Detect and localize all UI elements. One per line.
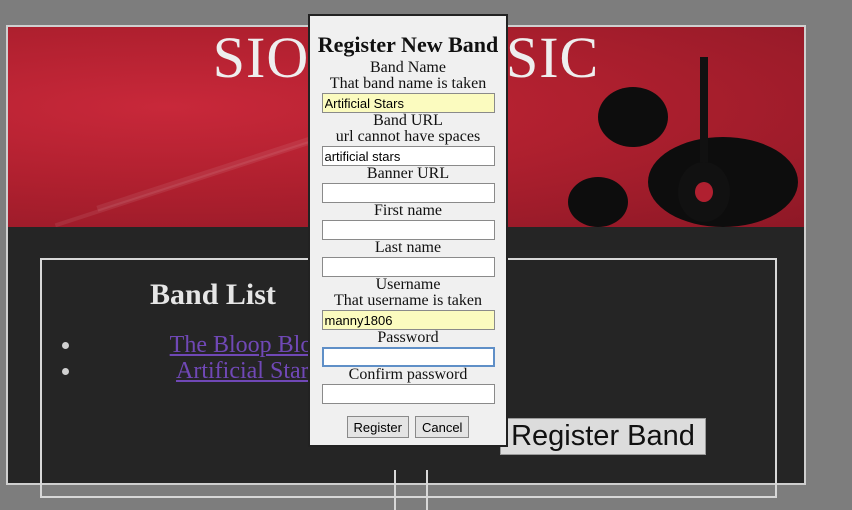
- cancel-button[interactable]: Cancel: [414, 416, 470, 438]
- banner-url-field-group: Banner URL: [310, 166, 506, 203]
- username-field-group: Username That username is taken: [310, 277, 506, 330]
- band-name-input[interactable]: [321, 93, 495, 113]
- password-field-group: Password: [310, 330, 506, 367]
- band-url-error: url cannot have spaces: [335, 128, 481, 145]
- band-list-title: Band List: [150, 278, 276, 311]
- username-input[interactable]: [321, 310, 495, 330]
- last-name-input[interactable]: [321, 257, 495, 277]
- banner-splat: [598, 87, 668, 147]
- register-band-button[interactable]: Register Band: [500, 418, 706, 455]
- band-url-label: Band URL: [373, 112, 443, 129]
- band-link[interactable]: The Bloop Blop: [170, 332, 325, 358]
- banner-url-label: Banner URL: [366, 165, 450, 182]
- username-error: That username is taken: [334, 292, 482, 309]
- register-band-dialog: Register New Band Band Name That band na…: [308, 14, 508, 447]
- banner-splat: [568, 177, 628, 227]
- column-divider: [394, 470, 396, 510]
- register-button[interactable]: Register: [346, 416, 409, 438]
- band-name-label: Band Name: [370, 59, 446, 76]
- last-name-field-group: Last name: [310, 240, 506, 277]
- first-name-label: First name: [374, 202, 442, 219]
- band-url-input[interactable]: [321, 146, 495, 166]
- column-divider: [426, 470, 428, 510]
- password-label: Password: [377, 329, 439, 346]
- confirm-password-label: Confirm password: [348, 366, 468, 383]
- last-name-label: Last name: [374, 239, 442, 256]
- band-url-field-group: Band URL url cannot have spaces: [310, 113, 506, 166]
- first-name-field-group: First name: [310, 203, 506, 240]
- confirm-password-input[interactable]: [321, 384, 495, 404]
- first-name-input[interactable]: [321, 220, 495, 240]
- dialog-buttons: Register Cancel: [310, 416, 506, 438]
- password-input[interactable]: [321, 347, 495, 367]
- band-name-field-group: Band Name That band name is taken: [310, 60, 506, 113]
- dialog-title: Register New Band: [317, 32, 499, 57]
- band-name-error: That band name is taken: [329, 75, 487, 92]
- username-label: Username: [375, 276, 441, 293]
- banner-streak: [54, 130, 342, 227]
- band-link[interactable]: Artificial Stars: [176, 358, 318, 384]
- banner-url-input[interactable]: [321, 183, 495, 203]
- confirm-password-field-group: Confirm password: [310, 367, 506, 404]
